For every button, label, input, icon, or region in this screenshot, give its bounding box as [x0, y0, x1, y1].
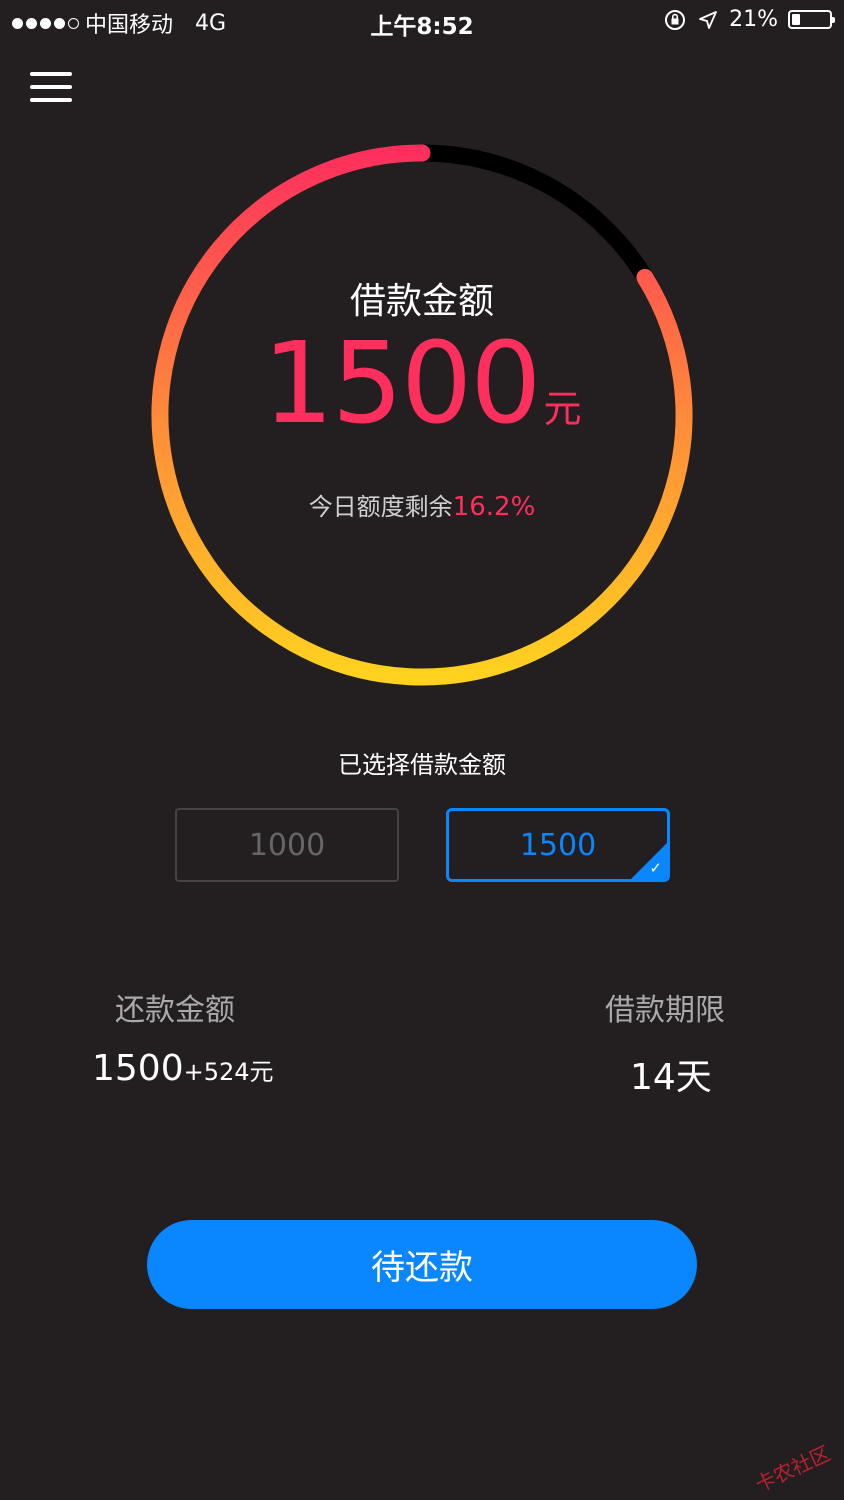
remaining-quota: 今日额度剩余16.2% — [0, 487, 844, 522]
amount-option-label: 1500 — [519, 827, 597, 863]
amount-option-1000[interactable]: 1000 — [175, 808, 399, 882]
location-arrow-icon — [699, 10, 717, 29]
amount-option-1500[interactable]: 1500 ✓ — [446, 808, 670, 882]
repayment-interest: +524元 — [183, 1058, 274, 1086]
menu-line — [30, 85, 72, 89]
loan-amount-value: 1500 — [262, 319, 541, 449]
remaining-quota-value: 16.2% — [452, 492, 536, 522]
menu-line — [30, 98, 72, 102]
battery-percent: 21% — [729, 7, 778, 32]
status-bar: 中国移动 4G 上午8:52 21% — [0, 0, 844, 42]
amount-option-label: 1000 — [248, 827, 326, 863]
menu-line — [30, 72, 72, 76]
loan-amount-display: 1500 元 — [0, 328, 844, 440]
loan-amount-unit: 元 — [543, 387, 582, 431]
watermark: 卡农社区 — [751, 1441, 834, 1497]
repayment-principal: 1500 — [92, 1048, 184, 1089]
loan-amount-title: 借款金额 — [349, 281, 494, 322]
hamburger-icon[interactable] — [30, 72, 72, 104]
loan-term-value: 14天 — [630, 1057, 712, 1098]
checkmark-icon: ✓ — [649, 859, 662, 877]
loan-term-label: 借款期限 — [605, 993, 725, 1028]
status-right: 21% — [663, 7, 835, 32]
battery-fill — [792, 14, 800, 25]
repayment-amount-label: 还款金额 — [115, 993, 235, 1028]
rotation-lock-icon — [665, 9, 686, 30]
pending-repayment-label: 待还款 — [371, 1248, 473, 1288]
remaining-quota-label: 今日额度剩余 — [308, 493, 453, 521]
repayment-amount-value: 1500+524元 — [92, 1048, 274, 1089]
selected-amount-label: 已选择借款金额 — [338, 751, 506, 779]
battery-icon — [788, 10, 835, 29]
pending-repayment-button[interactable]: 待还款 — [147, 1220, 697, 1309]
